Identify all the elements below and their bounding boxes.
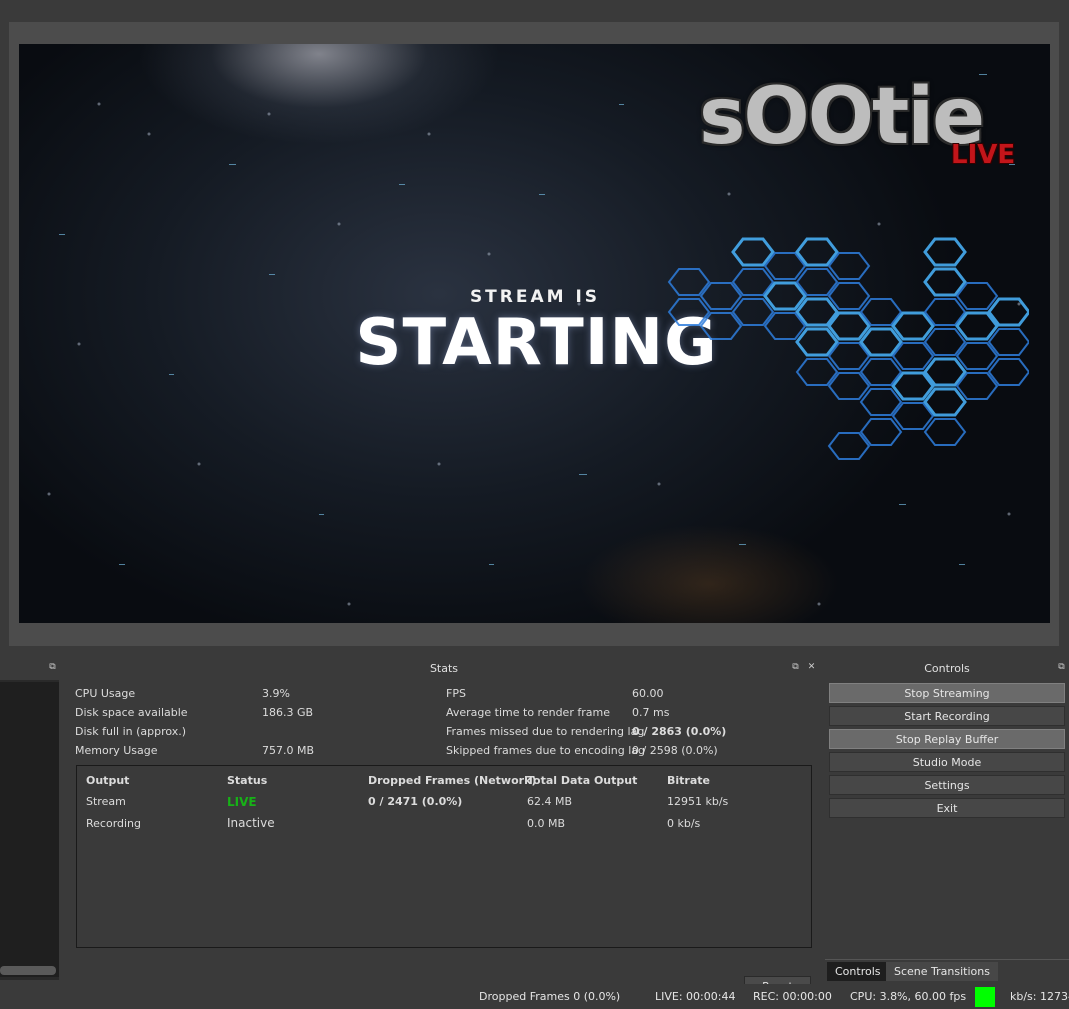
table-cell: Recording	[86, 817, 142, 830]
headline-small: STREAM IS	[469, 287, 601, 307]
logo-sub-text: LIVE	[951, 140, 1016, 170]
metric-label: Skipped frames due to encoding lag	[446, 744, 646, 757]
logo-main-text: sOOtie	[699, 72, 985, 162]
exit-button[interactable]: Exit	[829, 798, 1065, 818]
metric-label: Average time to render frame	[446, 706, 610, 719]
controls-dock: Controls ⧉ Stop Streaming Start Recordin…	[825, 657, 1069, 981]
stats-dock: Stats ⧉ ✕ CPU Usage 3.9% Disk space avai…	[67, 657, 821, 997]
column-header: Total Data Output	[527, 774, 638, 787]
metric-label: Disk space available	[75, 706, 188, 719]
table-cell: 0.0 MB	[527, 817, 566, 830]
controls-dock-title: Controls ⧉	[825, 657, 1069, 680]
scenes-dock: ⧉	[0, 657, 59, 980]
studio-mode-button[interactable]: Studio Mode	[829, 752, 1065, 772]
metric-value: 0 / 2598 (0.0%)	[632, 744, 718, 757]
status-bar: Dropped Frames 0 (0.0%) LIVE: 00:00:44 R…	[0, 984, 1069, 1009]
metric-label: Frames missed due to rendering lag	[446, 725, 645, 738]
column-header: Bitrate	[667, 774, 710, 787]
metric-label: CPU Usage	[75, 687, 136, 700]
metric-label: FPS	[446, 687, 466, 700]
column-header: Output	[86, 774, 130, 787]
metric-value: 0.7 ms	[632, 706, 670, 719]
stats-body: CPU Usage 3.9% Disk space available 186.…	[67, 680, 821, 997]
table-cell: 0 kb/s	[667, 817, 701, 830]
metric-value: 3.9%	[262, 687, 290, 700]
start-recording-button[interactable]: Start Recording	[829, 706, 1065, 726]
horizontal-scrollbar[interactable]	[0, 966, 56, 975]
table-cell: 62.4 MB	[527, 795, 573, 808]
hexagon-pattern	[668, 237, 1029, 460]
table-cell: Stream	[86, 795, 126, 808]
metric-value: 0 / 2863 (0.0%)	[632, 725, 727, 738]
column-header: Status	[227, 774, 268, 787]
table-cell: 0 / 2471 (0.0%)	[368, 795, 463, 808]
close-icon[interactable]: ✕	[807, 663, 816, 672]
scene-list[interactable]	[0, 682, 59, 977]
program-preview[interactable]: sOOtie LIVE STREAM IS STARTING	[19, 44, 1050, 623]
stop-replay-buffer-button[interactable]: Stop Replay Buffer	[829, 729, 1065, 749]
status-badge: Inactive	[227, 816, 275, 830]
float-icon[interactable]: ⧉	[48, 663, 57, 672]
column-header: Dropped Frames (Network)	[368, 774, 537, 787]
table-cell: 12951 kb/s	[667, 795, 729, 808]
metric-value: 60.00	[632, 687, 664, 700]
connection-status-indicator	[975, 987, 995, 1007]
metric-value: 186.3 GB	[262, 706, 314, 719]
status-badge: LIVE	[227, 795, 257, 809]
float-icon[interactable]: ⧉	[791, 663, 800, 672]
metric-label: Disk full in (approx.)	[75, 725, 187, 738]
controls-title-label: Controls	[924, 662, 970, 675]
rec-timer: REC: 00:00:00	[753, 990, 832, 1003]
float-icon[interactable]: ⧉	[1057, 663, 1066, 672]
scenes-dock-titlebar: ⧉	[0, 657, 59, 680]
live-timer: LIVE: 00:00:44	[655, 990, 736, 1003]
stats-title-label: Stats	[429, 662, 459, 675]
brand-logo: sOOtie LIVE	[699, 72, 1039, 182]
settings-button[interactable]: Settings	[829, 775, 1065, 795]
dock-tab-bar: Controls Scene Transitions	[825, 959, 1069, 981]
stats-dock-title: Stats ⧉ ✕	[67, 657, 821, 680]
tab-scene-transitions[interactable]: Scene Transitions	[886, 962, 998, 981]
cpu-status: CPU: 3.8%, 60.00 fps	[850, 990, 967, 1003]
tab-controls[interactable]: Controls	[827, 962, 889, 981]
outputs-table: Output Status Dropped Frames (Network) T…	[76, 765, 812, 948]
metric-value: 757.0 MB	[262, 744, 315, 757]
metric-label: Memory Usage	[75, 744, 158, 757]
bitrate-status: kb/s: 12734	[1010, 990, 1069, 1003]
dropped-frames-status: Dropped Frames 0 (0.0%)	[479, 990, 621, 1003]
stop-streaming-button[interactable]: Stop Streaming	[829, 683, 1065, 703]
